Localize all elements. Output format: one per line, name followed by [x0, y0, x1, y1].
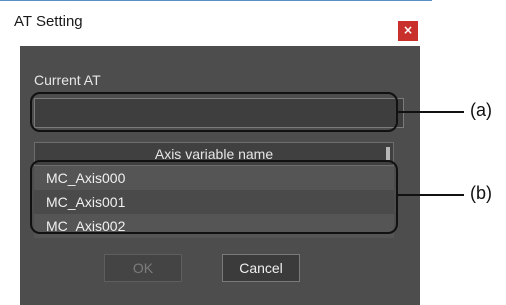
cancel-button[interactable]: Cancel — [222, 254, 300, 282]
current-at-label: Current AT — [34, 72, 101, 88]
figure: AT Setting × Current AT Axis variable na… — [0, 0, 506, 305]
leader-line-b — [398, 194, 464, 196]
close-icon: × — [402, 23, 414, 37]
scrollbar-thumb[interactable] — [386, 147, 390, 161]
leader-line-a — [398, 111, 464, 113]
title-bar[interactable]: AT Setting × — [0, 1, 432, 45]
close-button[interactable]: × — [398, 21, 418, 41]
callout-box-a — [30, 92, 398, 132]
ok-button[interactable]: OK — [104, 254, 182, 282]
callout-box-b — [30, 160, 398, 234]
callout-label-a: (a) — [470, 100, 492, 120]
callout-label-b: (b) — [470, 183, 492, 203]
at-setting-dialog: AT Setting × Current AT Axis variable na… — [0, 0, 432, 305]
window-title: AT Setting — [14, 13, 83, 30]
